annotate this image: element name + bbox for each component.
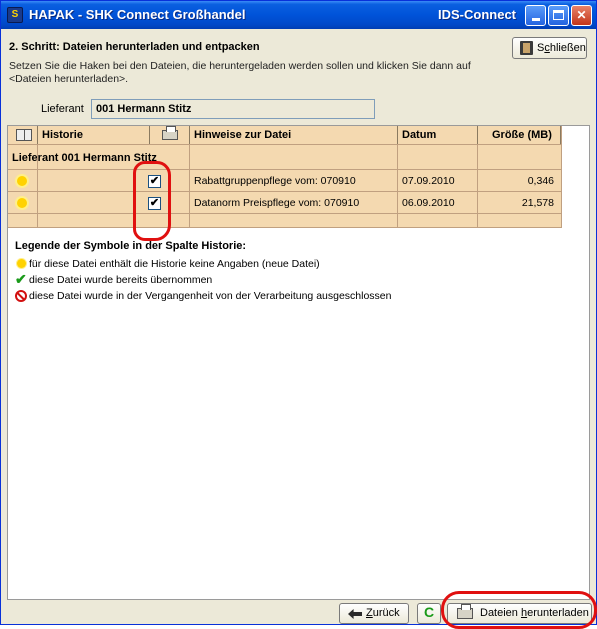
schliessen-button[interactable]: Schließen — [512, 37, 587, 59]
col-datum[interactable]: Datum — [398, 126, 478, 144]
close-window-button[interactable]: ✕ — [571, 5, 592, 26]
col-download-icon[interactable] — [150, 126, 190, 144]
book-icon — [16, 129, 32, 141]
printer-icon — [161, 126, 178, 140]
cell-hinweise: Rabattgruppenpflege vom: 070910 — [194, 175, 356, 187]
legend-title: Legende der Symbole in der Spalte Histor… — [15, 240, 247, 252]
maximize-button[interactable] — [548, 5, 569, 26]
minimize-icon — [531, 18, 540, 21]
cell-datum: 06.09.2010 — [402, 197, 455, 209]
grid-scroll-area[interactable] — [561, 126, 589, 228]
window-title: HAPAK - SHK Connect Großhandel — [29, 7, 246, 22]
legend: Legende der Symbole in der Spalte Histor… — [15, 240, 575, 304]
step-title: 2. Schritt: Dateien herunterladen und en… — [9, 41, 260, 53]
grid-divider — [37, 144, 38, 228]
grid-header: Historie Hinweise zur Datei Datum Größe … — [8, 126, 561, 144]
annotation-circle-download — [441, 591, 597, 629]
schliessen-label: Schließen — [537, 42, 586, 54]
legend-item: diese Datei wurde in der Vergangenheit v… — [15, 288, 575, 304]
col-groesse[interactable]: Größe (MB) — [478, 126, 561, 144]
app-logo-icon: S — [7, 7, 23, 23]
title-bar[interactable]: S HAPAK - SHK Connect Großhandel IDS-Con… — [1, 1, 596, 29]
group-row[interactable]: Lieferant 001 Hermann Stitz — [8, 144, 561, 170]
window-title-right: IDS-Connect — [438, 7, 516, 22]
step-header: 2. Schritt: Dateien herunterladen und en… — [7, 33, 590, 123]
cell-groesse: 21,578 — [521, 197, 554, 209]
legend-text: für diese Datei enthält die Historie kei… — [29, 258, 320, 270]
back-button[interactable]: Zurück — [339, 603, 409, 624]
legend-item: ✔ diese Datei wurde bereits übernommen — [15, 271, 575, 288]
maximize-icon — [553, 10, 564, 20]
back-arrow-icon — [348, 609, 362, 619]
legend-text: diese Datei wurde in der Vergangenheit v… — [29, 290, 392, 302]
lieferant-label: Lieferant — [41, 103, 84, 115]
check-icon: ✔ — [15, 271, 27, 287]
col-historie-icon — [8, 126, 38, 144]
col-historie[interactable]: Historie — [38, 126, 150, 144]
minimize-button[interactable] — [525, 5, 546, 26]
ban-icon — [15, 290, 27, 302]
refresh-icon: C — [423, 604, 435, 620]
cell-datum: 07.09.2010 — [402, 175, 455, 187]
grid-divider — [397, 144, 398, 228]
legend-text: diese Datei wurde bereits übernommen — [29, 274, 213, 286]
step-description: Setzen Sie die Haken bei den Dateien, di… — [9, 60, 471, 85]
refresh-button[interactable]: C — [417, 603, 441, 624]
table-row[interactable]: ✔ Rabattgruppenpflege vom: 070910 07.09.… — [8, 170, 561, 192]
annotation-circle-checkboxes — [133, 161, 171, 241]
cell-hinweise: Datanorm Preispflege vom: 070910 — [194, 197, 360, 209]
close-icon: ✕ — [576, 8, 587, 22]
sun-icon — [17, 259, 26, 268]
back-label: Zurück — [366, 607, 400, 619]
grid-divider — [477, 144, 478, 228]
table-row[interactable]: ✔ Datanorm Preispflege vom: 070910 06.09… — [8, 192, 561, 214]
lieferant-field: 001 Hermann Stitz — [91, 99, 375, 119]
new-file-sun-icon — [17, 198, 27, 208]
grid-row-spacer — [8, 214, 561, 228]
col-hinweise[interactable]: Hinweise zur Datei — [190, 126, 398, 144]
door-icon — [520, 41, 533, 55]
grid-divider — [189, 144, 190, 228]
files-grid: Historie Hinweise zur Datei Datum Größe … — [7, 125, 590, 600]
app-window: S HAPAK - SHK Connect Großhandel IDS-Con… — [0, 0, 597, 629]
new-file-sun-icon — [17, 176, 27, 186]
cell-groesse: 0,346 — [527, 175, 554, 187]
legend-item: für diese Datei enthält die Historie kei… — [15, 256, 575, 272]
